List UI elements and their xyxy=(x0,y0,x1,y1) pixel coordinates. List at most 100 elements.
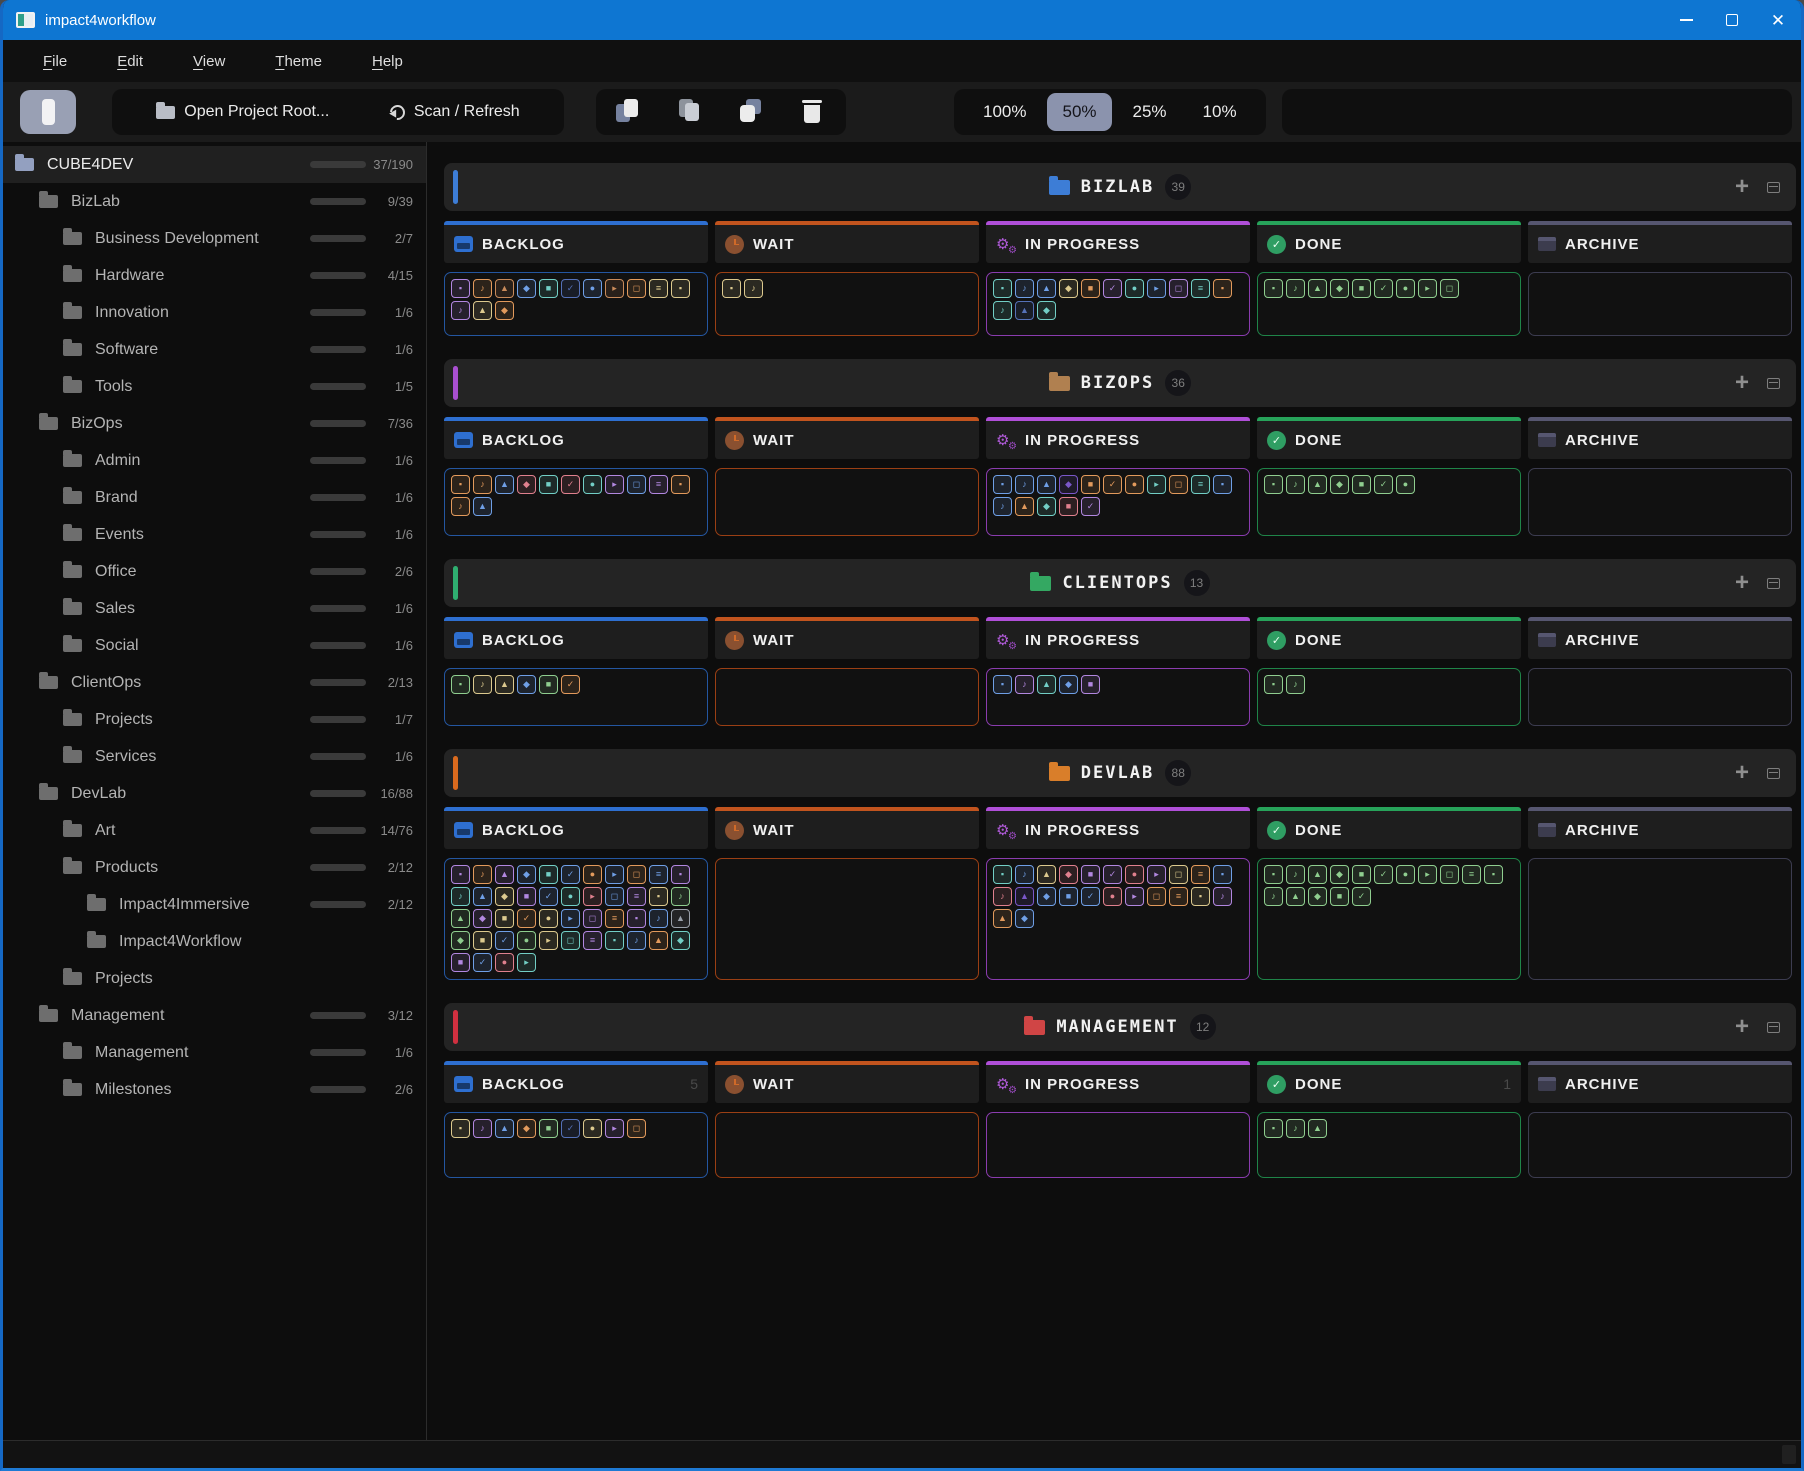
card[interactable]: ✓ xyxy=(1081,887,1100,906)
card[interactable]: ■ xyxy=(517,887,536,906)
card[interactable]: ▲ xyxy=(1308,865,1327,884)
card[interactable]: ◆ xyxy=(1037,301,1056,320)
sidebar-item-milestones[interactable]: Milestones2/6 xyxy=(3,1071,426,1108)
card[interactable]: ● xyxy=(583,475,602,494)
card[interactable]: ♪ xyxy=(473,279,492,298)
add-card-button[interactable]: + xyxy=(1735,761,1749,785)
card[interactable]: ♪ xyxy=(1286,865,1305,884)
sidebar-item-projects[interactable]: Projects1/7 xyxy=(3,701,426,738)
card[interactable]: ≡ xyxy=(1191,865,1210,884)
card[interactable]: ◻ xyxy=(1147,887,1166,906)
card[interactable]: ■ xyxy=(539,279,558,298)
card[interactable]: ◆ xyxy=(1059,475,1078,494)
card[interactable]: ♪ xyxy=(1015,865,1034,884)
card[interactable]: ■ xyxy=(539,1119,558,1138)
card[interactable]: ✓ xyxy=(1103,475,1122,494)
card[interactable]: ♪ xyxy=(451,887,470,906)
menu-item-edit[interactable]: Edit xyxy=(101,47,159,76)
sidebar-item-events[interactable]: Events1/6 xyxy=(3,516,426,553)
card[interactable]: ▪ xyxy=(451,279,470,298)
card[interactable]: ● xyxy=(583,279,602,298)
paste-button[interactable] xyxy=(671,93,709,131)
card[interactable]: ♪ xyxy=(1286,279,1305,298)
card[interactable]: ♪ xyxy=(1015,675,1034,694)
card[interactable]: ◆ xyxy=(517,865,536,884)
sidebar-item-devlab[interactable]: DevLab16/88 xyxy=(3,775,426,812)
card[interactable]: ▸ xyxy=(583,887,602,906)
collapse-board-button[interactable] xyxy=(1767,1022,1780,1033)
card[interactable]: ▪ xyxy=(671,475,690,494)
card[interactable]: ▲ xyxy=(495,1119,514,1138)
collapse-board-button[interactable] xyxy=(1767,578,1780,589)
card[interactable]: ▲ xyxy=(473,497,492,516)
card[interactable]: ▪ xyxy=(1213,865,1232,884)
card[interactable]: ◆ xyxy=(1037,497,1056,516)
card[interactable]: ♪ xyxy=(473,475,492,494)
card[interactable]: ≡ xyxy=(649,865,668,884)
zoom-button-25-[interactable]: 25% xyxy=(1118,93,1182,131)
card[interactable]: ♪ xyxy=(1213,887,1232,906)
card[interactable]: ● xyxy=(517,931,536,950)
card[interactable]: ♪ xyxy=(451,301,470,320)
card[interactable]: ♪ xyxy=(1286,475,1305,494)
card[interactable]: ▪ xyxy=(605,931,624,950)
card[interactable]: ✓ xyxy=(1374,279,1393,298)
card[interactable]: ▲ xyxy=(451,909,470,928)
card[interactable]: ■ xyxy=(1352,475,1371,494)
card[interactable]: ▲ xyxy=(649,931,668,950)
sidebar-item-hardware[interactable]: Hardware4/15 xyxy=(3,257,426,294)
zoom-button-100-[interactable]: 100% xyxy=(968,93,1041,131)
card[interactable]: ♪ xyxy=(744,279,763,298)
card[interactable]: ◻ xyxy=(1169,475,1188,494)
card[interactable]: ▸ xyxy=(1418,279,1437,298)
card[interactable]: ▲ xyxy=(1037,279,1056,298)
card[interactable]: ♪ xyxy=(1015,279,1034,298)
card[interactable]: ◆ xyxy=(1330,475,1349,494)
card[interactable]: ♪ xyxy=(649,909,668,928)
card[interactable]: ◻ xyxy=(605,887,624,906)
card[interactable]: ▲ xyxy=(1037,475,1056,494)
card[interactable]: ◆ xyxy=(1330,865,1349,884)
card[interactable]: ■ xyxy=(1081,865,1100,884)
card[interactable]: ▲ xyxy=(993,909,1012,928)
card[interactable]: ◆ xyxy=(495,301,514,320)
card[interactable]: ▸ xyxy=(539,931,558,950)
trash-button[interactable] xyxy=(794,93,832,131)
card[interactable]: ■ xyxy=(495,909,514,928)
card[interactable]: ▪ xyxy=(1213,475,1232,494)
card[interactable]: ✓ xyxy=(1103,279,1122,298)
sidebar-item-admin[interactable]: Admin1/6 xyxy=(3,442,426,479)
collapse-board-button[interactable] xyxy=(1767,768,1780,779)
card[interactable]: ✓ xyxy=(561,475,580,494)
card[interactable]: ◆ xyxy=(517,1119,536,1138)
card[interactable]: ■ xyxy=(451,953,470,972)
card[interactable]: ■ xyxy=(1081,475,1100,494)
card[interactable]: ▸ xyxy=(605,475,624,494)
card[interactable]: ● xyxy=(1103,887,1122,906)
card[interactable]: ■ xyxy=(473,931,492,950)
add-card-button[interactable]: + xyxy=(1735,571,1749,595)
card[interactable]: ✓ xyxy=(1103,865,1122,884)
card[interactable]: ■ xyxy=(1081,279,1100,298)
card[interactable]: ◆ xyxy=(1330,279,1349,298)
card[interactable]: ▸ xyxy=(561,909,580,928)
card[interactable]: ● xyxy=(1396,279,1415,298)
card[interactable]: ✓ xyxy=(1352,887,1371,906)
card[interactable]: ◻ xyxy=(1169,279,1188,298)
sidebar-item-products[interactable]: Products2/12 xyxy=(3,849,426,886)
resize-grip[interactable] xyxy=(1782,1445,1796,1464)
card[interactable]: ✓ xyxy=(561,1119,580,1138)
minimize-button[interactable] xyxy=(1663,0,1709,40)
add-card-button[interactable]: + xyxy=(1735,1015,1749,1039)
card[interactable]: ▪ xyxy=(1484,865,1503,884)
card[interactable]: ◻ xyxy=(627,475,646,494)
card[interactable]: ● xyxy=(539,909,558,928)
sidebar-item-tools[interactable]: Tools1/5 xyxy=(3,368,426,405)
card[interactable]: ✓ xyxy=(561,865,580,884)
card[interactable]: ♪ xyxy=(993,301,1012,320)
card[interactable]: ■ xyxy=(1059,887,1078,906)
card[interactable]: ≡ xyxy=(1191,279,1210,298)
card[interactable]: ◆ xyxy=(1308,887,1327,906)
card[interactable]: ▪ xyxy=(722,279,741,298)
card[interactable]: ✓ xyxy=(473,953,492,972)
